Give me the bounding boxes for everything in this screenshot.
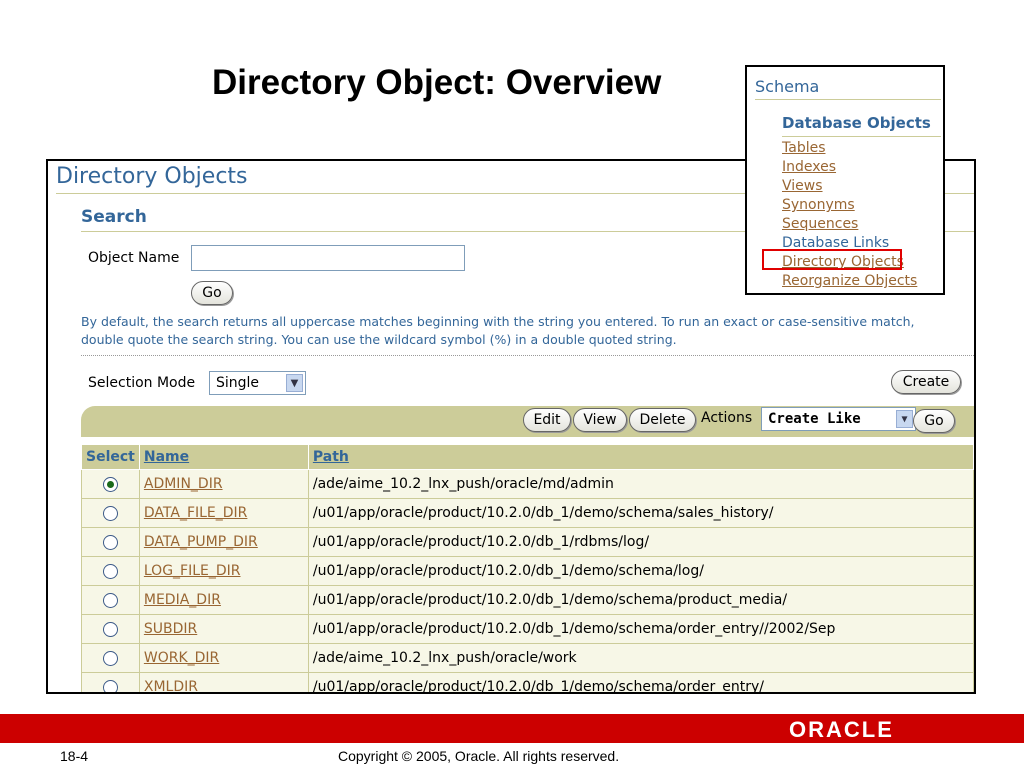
row-select-radio[interactable] xyxy=(102,534,118,550)
name-cell: MEDIA_DIR xyxy=(138,585,309,615)
selection-mode-value: Single xyxy=(216,375,260,391)
table-row: DATA_PUMP_DIR/u01/app/oracle/product/10.… xyxy=(81,527,974,557)
actions-go-button[interactable]: Go xyxy=(913,409,955,433)
selection-mode-select[interactable]: Single ▼ xyxy=(209,371,306,395)
select-cell xyxy=(81,556,140,586)
chevron-down-icon: ▼ xyxy=(896,410,913,428)
name-sort-link[interactable]: Name xyxy=(144,449,189,465)
search-hint: By default, the search returns all upper… xyxy=(81,314,915,347)
path-cell: /ade/aime_10.2_lnx_push/oracle/md/admin xyxy=(307,469,974,499)
directory-name-link[interactable]: DATA_FILE_DIR xyxy=(144,505,248,521)
select-cell xyxy=(81,585,140,615)
copyright-notice: Copyright © 2005, Oracle. All rights res… xyxy=(338,748,620,764)
select-column-header: Select xyxy=(81,444,140,470)
table-row: WORK_DIR/ade/aime_10.2_lnx_push/oracle/w… xyxy=(81,643,974,673)
row-select-radio[interactable] xyxy=(102,476,118,492)
page-heading: Directory Objects xyxy=(56,164,248,189)
name-cell: DATA_FILE_DIR xyxy=(138,498,309,528)
path-cell: /u01/app/oracle/product/10.2.0/db_1/demo… xyxy=(307,585,974,615)
row-select-radio[interactable] xyxy=(102,563,118,579)
delete-button[interactable]: Delete xyxy=(629,408,696,432)
search-go-button[interactable]: Go xyxy=(191,281,233,305)
directory-name-link[interactable]: ADMIN_DIR xyxy=(144,476,223,492)
select-cell xyxy=(81,469,140,499)
slide-title: Directory Object: Overview xyxy=(212,63,662,102)
database-objects-divider xyxy=(782,136,941,137)
schema-link-views[interactable]: Views xyxy=(782,178,823,194)
table-row: LOG_FILE_DIR/u01/app/oracle/product/10.2… xyxy=(81,556,974,586)
directory-name-link[interactable]: XMLDIR xyxy=(144,679,198,692)
row-select-radio[interactable] xyxy=(102,679,118,692)
schema-link-reorganize-objects[interactable]: Reorganize Objects xyxy=(782,273,917,289)
schema-link-synonyms[interactable]: Synonyms xyxy=(782,197,855,213)
name-column-header[interactable]: Name xyxy=(138,444,309,470)
schema-link-indexes[interactable]: Indexes xyxy=(782,159,836,175)
slide-number: 18-4 xyxy=(60,748,89,764)
table-row: XMLDIR/u01/app/oracle/product/10.2.0/db_… xyxy=(81,672,974,692)
path-cell: /u01/app/oracle/product/10.2.0/db_1/demo… xyxy=(307,672,974,692)
select-cell xyxy=(81,614,140,644)
create-button[interactable]: Create xyxy=(891,370,961,394)
directory-name-link[interactable]: MEDIA_DIR xyxy=(144,592,221,608)
actions-value: Create Like xyxy=(768,411,861,427)
directory-name-link[interactable]: LOG_FILE_DIR xyxy=(144,563,241,579)
search-heading: Search xyxy=(81,207,147,227)
path-cell: /u01/app/oracle/product/10.2.0/db_1/demo… xyxy=(307,498,974,528)
schema-link-tables[interactable]: Tables xyxy=(782,140,826,156)
select-cell xyxy=(81,643,140,673)
row-select-radio[interactable] xyxy=(102,505,118,521)
table-row: DATA_FILE_DIR/u01/app/oracle/product/10.… xyxy=(81,498,974,528)
row-select-radio[interactable] xyxy=(102,621,118,637)
select-cell xyxy=(81,672,140,692)
actions-select[interactable]: Create Like ▼ xyxy=(761,407,916,431)
path-cell: /ade/aime_10.2_lnx_push/oracle/work xyxy=(307,643,974,673)
name-cell: DATA_PUMP_DIR xyxy=(138,527,309,557)
name-cell: ADMIN_DIR xyxy=(138,469,309,499)
table-header-row: Select Name Path xyxy=(81,444,974,470)
path-column-header[interactable]: Path xyxy=(307,444,974,470)
actions-label: Actions xyxy=(701,410,753,426)
directory-objects-table: Select Name Path ADMIN_DIR/ade/aime_10.2… xyxy=(81,444,974,692)
object-name-input[interactable] xyxy=(191,245,465,271)
row-select-radio[interactable] xyxy=(102,650,118,666)
name-cell: LOG_FILE_DIR xyxy=(138,556,309,586)
name-cell: XMLDIR xyxy=(138,672,309,692)
directory-name-link[interactable]: DATA_PUMP_DIR xyxy=(144,534,258,550)
dotted-divider xyxy=(81,355,974,356)
name-cell: WORK_DIR xyxy=(138,643,309,673)
database-objects-heading: Database Objects xyxy=(782,114,931,132)
chevron-down-icon: ▼ xyxy=(286,374,303,392)
path-cell: /u01/app/oracle/product/10.2.0/db_1/demo… xyxy=(307,556,974,586)
view-button[interactable]: View xyxy=(573,408,627,432)
oracle-logo: ORACLE xyxy=(789,717,894,742)
directory-objects-highlight xyxy=(762,249,902,270)
object-name-label: Object Name xyxy=(88,250,180,266)
directory-name-link[interactable]: SUBDIR xyxy=(144,621,197,637)
table-row: MEDIA_DIR/u01/app/oracle/product/10.2.0/… xyxy=(81,585,974,615)
name-cell: SUBDIR xyxy=(138,614,309,644)
edit-button[interactable]: Edit xyxy=(523,408,571,432)
schema-title: Schema xyxy=(755,77,820,96)
path-cell: /u01/app/oracle/product/10.2.0/db_1/rdbm… xyxy=(307,527,974,557)
schema-link-sequences[interactable]: Sequences xyxy=(782,216,858,232)
directory-name-link[interactable]: WORK_DIR xyxy=(144,650,219,666)
select-cell xyxy=(81,527,140,557)
row-select-radio[interactable] xyxy=(102,592,118,608)
path-cell: /u01/app/oracle/product/10.2.0/db_1/demo… xyxy=(307,614,974,644)
select-cell xyxy=(81,498,140,528)
table-row: ADMIN_DIR/ade/aime_10.2_lnx_push/oracle/… xyxy=(81,469,974,499)
path-sort-link[interactable]: Path xyxy=(313,449,349,465)
selection-mode-label: Selection Mode xyxy=(88,375,196,391)
table-row: SUBDIR/u01/app/oracle/product/10.2.0/db_… xyxy=(81,614,974,644)
schema-divider xyxy=(755,99,941,100)
